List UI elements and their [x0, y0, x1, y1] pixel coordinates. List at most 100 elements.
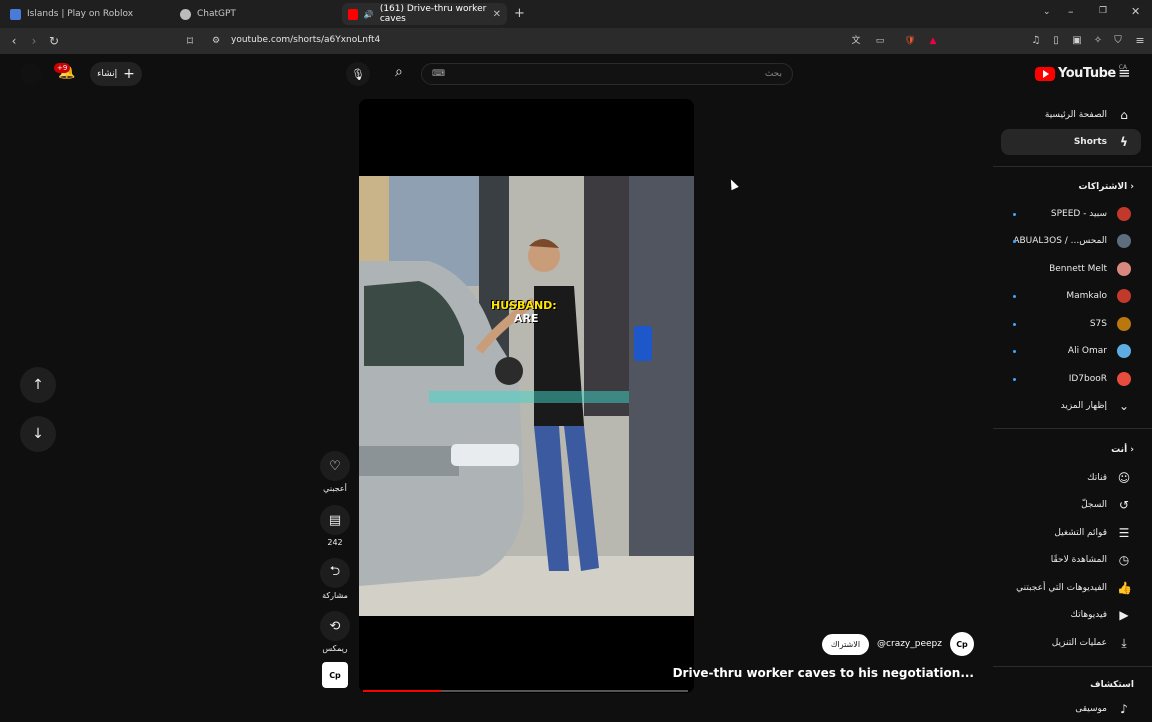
subscription-name: Bennett Melt	[1049, 264, 1107, 274]
sidebar-item-label: المشاهدة لاحقًا	[1050, 555, 1107, 565]
rewards-icon[interactable]: ▲	[925, 33, 941, 49]
close-tab-icon[interactable]: ✕	[493, 9, 501, 20]
translate-icon[interactable]: 文	[848, 33, 864, 49]
sidebar-item-your-videos[interactable]: فيديوهاتك ▶	[1001, 602, 1141, 628]
sidebar-item-watch-later[interactable]: المشاهدة لاحقًا ◷	[1001, 547, 1141, 573]
close-window-icon[interactable]: ✕	[1131, 5, 1140, 18]
bookmark-icon[interactable]: ⌑	[182, 33, 198, 49]
url-text[interactable]: youtube.com/shorts/a6YxnoLnft4	[231, 35, 380, 45]
tab-chatgpt[interactable]: ChatGPT	[174, 3, 339, 25]
create-label: إنشاء	[97, 69, 118, 79]
forward-icon[interactable]: ›	[26, 33, 42, 49]
youtube-play-logo-icon	[1035, 66, 1055, 81]
sidebar-item-shorts[interactable]: Shorts ϟ	[1001, 129, 1141, 155]
sidebar-item-label: Shorts	[1073, 137, 1107, 147]
like-button[interactable]: ♡ أعجبني	[318, 451, 352, 493]
wallet-icon[interactable]: ▣	[1069, 33, 1085, 49]
sidebar-sub-item[interactable]: ABUAL3OS / ...المحس	[1001, 228, 1141, 254]
tab-title: ChatGPT	[197, 9, 236, 19]
subscriptions-title[interactable]: الاشتراكات ›	[1079, 182, 1135, 192]
user-icon: ☺	[1117, 471, 1131, 485]
ai-icon[interactable]: ✧	[1090, 33, 1106, 49]
search-placeholder: بحث	[764, 69, 782, 79]
chatgpt-favicon-icon	[180, 8, 191, 20]
sidebar-item-playlists[interactable]: قوائم التشغيل ☰	[1001, 520, 1141, 546]
show-more-button[interactable]: إظهار المزيد ⌄	[1001, 393, 1141, 419]
chevron-down-icon: ⌄	[1118, 399, 1130, 413]
shorts-icon: ϟ	[1120, 135, 1128, 149]
divider	[993, 666, 1152, 667]
new-content-dot	[1013, 213, 1016, 216]
shorts-player[interactable]: HUSBAND: ARE	[359, 99, 694, 693]
brave-shield-icon[interactable]: 🛡	[902, 33, 918, 49]
vpn-icon[interactable]: ⛉	[1110, 33, 1126, 49]
hamburger-menu-icon[interactable]: ≡	[1118, 64, 1131, 82]
subscribe-button[interactable]: الاشتراك	[821, 633, 870, 655]
sidebar-sub-item[interactable]: ID7booR	[1001, 366, 1141, 392]
car-grille	[359, 446, 459, 476]
site-info-icon[interactable]: ⚙	[208, 33, 224, 49]
comments-count: 242	[327, 538, 343, 547]
you-title-text: أنت	[1111, 445, 1128, 455]
back-icon[interactable]: ‹	[6, 33, 22, 49]
create-button[interactable]: إنشاء +	[90, 62, 142, 86]
new-tab-icon[interactable]: +	[514, 6, 525, 21]
new-content-dot	[1013, 350, 1016, 353]
progress-fill	[363, 690, 441, 692]
sidebar-item-liked-videos[interactable]: الفيديوهات التي أعجبتني 👍	[1001, 575, 1141, 601]
clock-icon: ◷	[1118, 553, 1130, 567]
search-icon[interactable]: ⌕	[395, 64, 403, 80]
account-avatar[interactable]	[20, 63, 42, 85]
next-short-button[interactable]: ↓	[20, 416, 56, 452]
sidebar-sub-item[interactable]: Mamkalo	[1001, 283, 1141, 309]
sidebar-item-label: قناتك	[1087, 473, 1107, 483]
cast-icon[interactable]: ▭	[872, 33, 888, 49]
channel-row: الاشتراك @crazy_peepz Cp	[821, 632, 974, 656]
channel-handle[interactable]: @crazy_peepz	[877, 639, 942, 649]
share-icon: ⮌	[320, 558, 350, 588]
like-label: أعجبني	[323, 484, 347, 493]
tab-title: (161) Drive-thru worker caves	[379, 4, 487, 24]
caption-blur-bar	[429, 391, 629, 403]
sidebar-sub-item[interactable]: Bennett Melt	[1001, 256, 1141, 282]
you-section-title[interactable]: أنت ›	[1111, 445, 1134, 455]
sidebar-item-downloads[interactable]: عمليات التنزيل ⤓	[1001, 630, 1141, 656]
restore-icon[interactable]: ❐	[1099, 6, 1107, 16]
car-mirror	[495, 357, 523, 385]
channel-avatar[interactable]: Cp	[950, 632, 974, 656]
sidebar-item-your-channel[interactable]: قناتك ☺	[1001, 465, 1141, 491]
remix-button[interactable]: ⟲ ريمكس	[318, 611, 352, 653]
search-input[interactable]: ⌨ بحث	[421, 63, 793, 85]
sound-thumbnail[interactable]: Cp	[322, 662, 348, 688]
sidebar-sub-item[interactable]: SPEED - سبيد	[1001, 201, 1141, 227]
notifications-badge: +9	[54, 63, 71, 73]
microphone-icon: 🎙	[351, 67, 365, 81]
car-headlight	[451, 444, 519, 466]
sidebar-sub-item[interactable]: Ali Omar	[1001, 338, 1141, 364]
browser-menu-icon[interactable]: ≡	[1132, 33, 1148, 49]
sidebar-toggle-icon[interactable]: ▯	[1048, 33, 1064, 49]
gas-pump-left	[584, 176, 629, 416]
keyboard-icon[interactable]: ⌨	[432, 69, 445, 79]
short-title[interactable]: Drive-thru worker caves to his negotiati…	[673, 666, 974, 680]
download-icon: ⤓	[1121, 636, 1127, 650]
comments-button[interactable]: ▤ 242	[318, 505, 352, 547]
youtube-logo[interactable]: YouTube CA	[1035, 64, 1127, 81]
sidebar-sub-item[interactable]: S7S	[1001, 311, 1141, 337]
sidebar-item-history[interactable]: السجلّ ↺	[1001, 492, 1141, 518]
share-button[interactable]: ⮌ مشاركة	[318, 558, 352, 600]
media-icon[interactable]: ♫	[1028, 33, 1044, 49]
reload-icon[interactable]: ↻	[46, 33, 62, 49]
new-content-dot	[1013, 295, 1016, 298]
minimize-icon[interactable]: –	[1068, 5, 1074, 18]
sidebar-item-label: قوائم التشغيل	[1054, 528, 1107, 538]
voice-search-button[interactable]: 🎙	[346, 62, 370, 86]
sidebar-item-home[interactable]: الصفحة الرئيسية ⌂	[1001, 102, 1141, 128]
previous-short-button[interactable]: ↑	[20, 367, 56, 403]
sidebar-item-music[interactable]: موسيقى ♪	[1001, 696, 1141, 722]
tab-youtube[interactable]: 🔊 (161) Drive-thru worker caves ✕	[342, 3, 507, 25]
fuel-nozzle	[634, 326, 652, 361]
tab-search-icon[interactable]: ⌄	[1043, 7, 1051, 17]
audio-playing-icon: 🔊	[363, 9, 374, 19]
tab-roblox[interactable]: Islands | Play on Roblox	[4, 3, 169, 25]
